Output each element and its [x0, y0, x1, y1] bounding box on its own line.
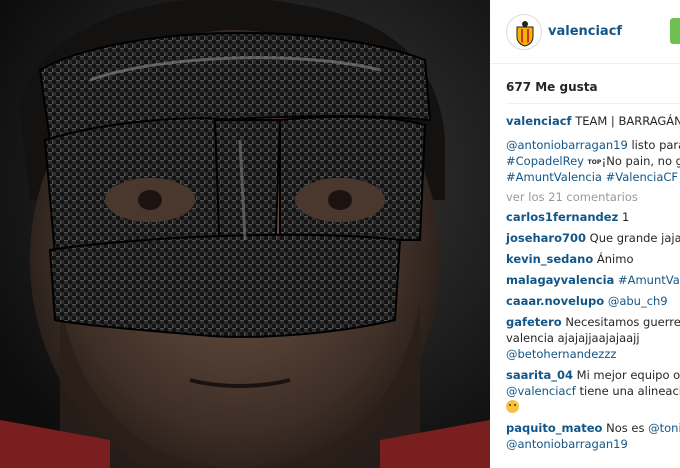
comment-mention[interactable]: @betohernandezzz	[506, 346, 680, 362]
view-all-comments-link[interactable]: ver los 21 comentarios	[506, 189, 680, 205]
comment-text: Ánimo	[596, 252, 634, 266]
post-photo[interactable]	[0, 0, 490, 468]
list-item: caaar.novelupo @abu_ch9	[506, 293, 680, 309]
comment-text-line-2: valencia ajajajjaajajaajj	[506, 331, 640, 345]
comment-username[interactable]: paquito_mateo	[506, 421, 602, 435]
caption-line-2-text: listo para l	[631, 138, 680, 152]
comment-text: Que grande jajaja	[589, 231, 680, 245]
comment-username[interactable]: joseharo700	[506, 231, 586, 245]
comment-text-line-2: tiene una alineacio	[579, 384, 680, 398]
caption-line-3-text: ¡No pain, no g	[601, 154, 680, 168]
post-details-panel: valenciacf 677 Me gusta valenciacf TEAM …	[490, 0, 680, 468]
comment-text: 1	[621, 210, 630, 224]
caption-line-3: #CopadelRey TOP¡No pain, no g	[506, 153, 680, 169]
likes-count[interactable]: 677 Me gusta	[506, 80, 598, 94]
valencia-crest-icon	[507, 15, 541, 49]
follow-button[interactable]	[670, 18, 680, 44]
caption-text: TEAM | BARRAGÁN	[575, 114, 680, 128]
list-item: kevin_sedano Ánimo	[506, 251, 680, 267]
list-item: saarita_04 Mi mejor equipo os @valenciac…	[506, 367, 680, 415]
list-item: malagayvalencia #AmuntValencia	[506, 272, 680, 288]
comment-mention[interactable]: @abu_ch9	[608, 294, 668, 308]
comment-text: Nos es	[606, 421, 645, 435]
comment-username[interactable]: gafetero	[506, 315, 562, 329]
top-icon: TOP	[587, 159, 602, 166]
list-item: joseharo700 Que grande jajaja	[506, 230, 680, 246]
comment-mention[interactable]: @valenciacf	[506, 384, 576, 398]
masked-player-image	[0, 0, 490, 468]
comment-username[interactable]: caaar.novelupo	[506, 294, 604, 308]
caption-line-1: valenciacf TEAM | BARRAGÁN	[506, 113, 680, 129]
caption-mention[interactable]: @antoniobarragan19	[506, 138, 628, 152]
comment-text: Mi mejor equipo os	[576, 368, 680, 382]
comment-mention[interactable]: @toni_ba	[648, 421, 680, 435]
caption-line-4[interactable]: #AmuntValencia #ValenciaCF #	[506, 169, 680, 185]
account-username[interactable]: valenciacf	[548, 24, 622, 39]
comment-username[interactable]: malagayvalencia	[506, 273, 614, 287]
comment-username[interactable]: kevin_sedano	[506, 252, 593, 266]
list-item: gafetero Necesitamos guerrero valencia a…	[506, 314, 680, 362]
caption-hashtag[interactable]: #CopadelRey	[506, 154, 584, 168]
list-item: carlos1fernandez 1	[506, 209, 680, 225]
comments-list: valenciacf TEAM | BARRAGÁN @antoniobarra…	[506, 113, 680, 452]
comment-hashtag[interactable]: #AmuntValencia	[618, 273, 680, 287]
comment-username[interactable]: saarita_04	[506, 368, 573, 382]
divider	[506, 103, 680, 104]
list-item: paquito_mateo Nos es @toni_ba @antonioba…	[506, 420, 680, 452]
comment-username[interactable]: carlos1fernandez	[506, 210, 618, 224]
caption-line-2: @antoniobarragan19 listo para l	[506, 137, 680, 153]
smile-emoji-icon	[506, 400, 519, 413]
comment-text: Necesitamos guerrero	[565, 315, 680, 329]
caption-username[interactable]: valenciacf	[506, 114, 572, 128]
comment-mention-line-2[interactable]: @antoniobarragan19	[506, 436, 680, 452]
avatar[interactable]	[506, 14, 542, 50]
post-header: valenciacf	[490, 0, 680, 64]
